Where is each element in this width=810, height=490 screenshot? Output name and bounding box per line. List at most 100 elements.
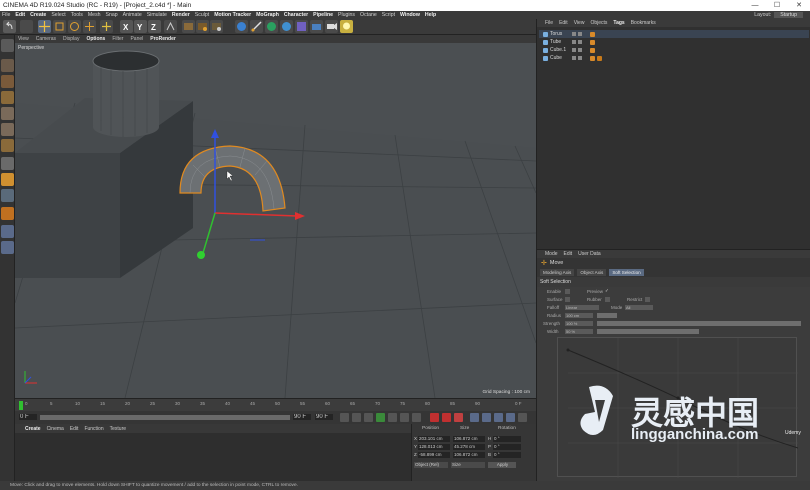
next-frame-icon[interactable] <box>388 413 397 422</box>
menu-edit[interactable]: Edit <box>15 12 25 18</box>
polygons-mode-icon[interactable] <box>1 139 14 152</box>
light-icon[interactable] <box>340 20 353 33</box>
recent-tools-icon[interactable] <box>83 20 96 33</box>
menu-plugins[interactable]: Plugins <box>338 12 355 18</box>
falloff-dropdown[interactable]: Linear <box>565 305 599 310</box>
enable-check-icon[interactable] <box>578 56 582 60</box>
rubber-checkbox[interactable] <box>605 297 610 302</box>
phong-tag-icon[interactable] <box>590 39 595 45</box>
end-frame-field[interactable]: 90 F <box>293 414 311 420</box>
om-menu-objects[interactable]: Objects <box>590 20 607 26</box>
render-settings-icon[interactable] <box>210 20 223 33</box>
am-menu-user-data[interactable]: User Data <box>578 251 601 257</box>
strength-slider[interactable] <box>597 321 801 326</box>
tab-soft-selection[interactable]: Soft Selection <box>609 269 644 276</box>
deformer-icon[interactable] <box>295 20 308 33</box>
floor-icon[interactable] <box>310 20 323 33</box>
visibility-dot-icon[interactable] <box>572 40 576 44</box>
phong-tag-icon[interactable] <box>590 55 595 61</box>
material-list[interactable] <box>15 433 411 481</box>
size-x-field[interactable]: 106.872 cm <box>453 436 485 442</box>
array-icon[interactable] <box>280 20 293 33</box>
scale-tool-icon[interactable] <box>53 20 66 33</box>
size-z-field[interactable]: 106.872 cm <box>453 452 485 458</box>
viewport-menu-panel[interactable]: Panel <box>130 36 143 42</box>
spline-pen-icon[interactable] <box>250 20 263 33</box>
camera-icon[interactable] <box>325 20 338 33</box>
render-picture-viewer-icon[interactable] <box>196 20 209 33</box>
go-to-end-icon[interactable] <box>412 413 421 422</box>
radius-field[interactable]: 100 cm <box>565 313 593 318</box>
autokey-icon[interactable] <box>442 413 451 422</box>
menu-mesh[interactable]: Mesh <box>88 12 101 18</box>
preview-check-icon[interactable]: ✓ <box>605 288 609 294</box>
texture-mode-icon[interactable] <box>1 75 14 88</box>
position-y-field[interactable]: 128.013 cm <box>418 444 450 450</box>
live-selection-icon[interactable] <box>20 20 33 33</box>
playhead[interactable] <box>19 401 23 410</box>
maximize-button[interactable]: ☐ <box>766 0 788 11</box>
menu-character[interactable]: Character <box>284 12 308 18</box>
position-x-field[interactable]: 203.101 cm <box>418 436 450 442</box>
menu-motion-tracker[interactable]: Motion Tracker <box>214 12 251 18</box>
enable-check-icon[interactable] <box>578 32 582 36</box>
viewport-menu-prorender[interactable]: ProRender <box>150 36 176 42</box>
material-menu-create[interactable]: Create <box>25 426 41 432</box>
om-menu-bookmarks[interactable]: Bookmarks <box>631 20 656 26</box>
rotation-b-field[interactable]: 0 ° <box>493 452 521 458</box>
surface-checkbox[interactable] <box>565 297 570 302</box>
tab-object-axis[interactable]: Object Axis <box>577 269 607 276</box>
visibility-dot-icon[interactable] <box>572 56 576 60</box>
undo-icon[interactable] <box>3 20 16 33</box>
menu-pipeline[interactable]: Pipeline <box>313 12 333 18</box>
points-mode-icon[interactable] <box>1 107 14 120</box>
apply-button[interactable]: Apply <box>488 462 516 468</box>
menu-render[interactable]: Render <box>172 12 190 18</box>
menu-sculpt[interactable]: Sculpt <box>195 12 209 18</box>
coordinate-mode-dropdown[interactable]: Object (Rel) <box>414 462 448 468</box>
visibility-dot-icon[interactable] <box>572 48 576 52</box>
visibility-dot-icon[interactable] <box>572 32 576 36</box>
tab-modeling-axis[interactable]: Modeling Axis <box>540 269 575 276</box>
range-slider[interactable] <box>40 415 290 420</box>
menu-file[interactable]: File <box>2 12 10 18</box>
scale-key-icon[interactable] <box>482 413 491 422</box>
viewport-menu-view[interactable]: View <box>18 36 29 42</box>
cube-primitive-icon[interactable] <box>235 20 248 33</box>
phong-tag-icon[interactable] <box>590 31 595 37</box>
viewport-menu-filter[interactable]: Filter <box>112 36 123 42</box>
play-icon[interactable] <box>376 413 385 422</box>
go-to-start-icon[interactable] <box>340 413 349 422</box>
perspective-viewport[interactable]: Perspective Grid Spacing : 100 cm <box>15 43 536 398</box>
menu-window[interactable]: Window <box>400 12 420 18</box>
y-axis-lock-icon[interactable]: Y <box>134 20 147 33</box>
om-menu-file[interactable]: File <box>545 20 553 26</box>
move-tool-icon[interactable] <box>38 20 51 33</box>
layout-dropdown[interactable]: Startup <box>774 12 803 18</box>
size-y-field[interactable]: 45.278 cm <box>453 444 485 450</box>
cube-object[interactable] <box>15 153 120 278</box>
width-field[interactable]: 50 % <box>565 329 593 334</box>
record-active-icon[interactable] <box>430 413 439 422</box>
radius-slider[interactable] <box>597 313 617 318</box>
om-menu-edit[interactable]: Edit <box>559 20 568 26</box>
snap-icon[interactable] <box>1 207 14 220</box>
enable-checkbox[interactable] <box>565 289 570 294</box>
enable-check-icon[interactable] <box>578 40 582 44</box>
position-key-icon[interactable] <box>470 413 479 422</box>
material-menu-cinema[interactable]: Cinema <box>47 426 64 432</box>
minimize-button[interactable]: — <box>744 0 766 11</box>
menu-mograph[interactable]: MoGraph <box>256 12 279 18</box>
x-axis-lock-icon[interactable]: X <box>120 20 133 33</box>
z-axis-lock-icon[interactable]: Z <box>148 20 161 33</box>
previous-frame-icon[interactable] <box>364 413 373 422</box>
enable-check-icon[interactable] <box>578 48 582 52</box>
menu-simulate[interactable]: Simulate <box>147 12 167 18</box>
phong-tag-icon[interactable] <box>590 47 595 53</box>
material-menu-function[interactable]: Function <box>84 426 103 432</box>
strength-field[interactable]: 100 % <box>565 321 593 326</box>
timeline-ruler[interactable]: 0 5 10 15 20 25 30 35 40 45 50 55 60 65 … <box>15 398 536 411</box>
workplane-icon[interactable] <box>1 91 14 104</box>
menu-animate[interactable]: Animate <box>123 12 142 18</box>
viewport-menu-options[interactable]: Options <box>86 36 105 42</box>
